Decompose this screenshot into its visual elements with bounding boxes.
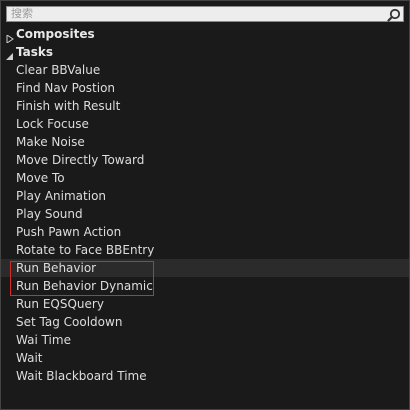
task-item-play-animation[interactable]: Play Animation [1,187,409,205]
task-item-finish-with-result[interactable]: Finish with Result [1,97,409,115]
task-label: Run EQSQuery [16,297,104,311]
task-item-wai-time[interactable]: Wai Time [1,331,409,349]
task-item-set-tag-cooldown[interactable]: Set Tag Cooldown [1,313,409,331]
task-label: Wai Time [16,333,71,347]
task-label: Make Noise [16,135,85,149]
node-palette-panel: Composites Tasks Clear BBValue Find Nav … [0,0,410,410]
task-item-run-behavior[interactable]: Run Behavior [1,259,409,277]
task-label: Find Nav Postion [16,81,116,95]
category-label: Tasks [16,45,54,59]
task-label: Set Tag Cooldown [16,315,123,329]
task-item-move-directly-toward[interactable]: Move Directly Toward [1,151,409,169]
search-box[interactable] [6,6,404,22]
task-item-wait[interactable]: Wait [1,349,409,367]
category-label: Composites [16,27,95,41]
task-label: Move To [16,171,65,185]
task-label: Move Directly Toward [16,153,145,167]
task-item-make-noise[interactable]: Make Noise [1,133,409,151]
task-label: Play Sound [16,207,83,221]
task-item-clear-bbvalue[interactable]: Clear BBValue [1,61,409,79]
task-label: Play Animation [16,189,107,203]
node-tree: Composites Tasks Clear BBValue Find Nav … [1,25,409,385]
task-label: Wait [16,351,43,365]
task-label: Wait Blackboard Time [16,369,147,383]
task-label: Lock Focuse [16,117,89,131]
task-item-run-eqsquery[interactable]: Run EQSQuery [1,295,409,313]
task-item-rotate-to-face-bbentry[interactable]: Rotate to Face BBEntry [1,241,409,259]
task-item-wait-blackboard-time[interactable]: Wait Blackboard Time [1,367,409,385]
search-input[interactable] [11,7,371,21]
task-item-lock-focuse[interactable]: Lock Focuse [1,115,409,133]
task-item-play-sound[interactable]: Play Sound [1,205,409,223]
category-tasks[interactable]: Tasks [1,43,409,61]
category-composites[interactable]: Composites [1,25,409,44]
task-item-move-to[interactable]: Move To [1,169,409,187]
task-item-push-pawn-action[interactable]: Push Pawn Action [1,223,409,241]
task-label: Run Behavior Dynamic [16,279,153,293]
expanded-arrow-icon[interactable] [6,48,14,60]
collapsed-arrow-icon[interactable] [6,30,14,44]
task-label: Push Pawn Action [16,225,122,239]
task-item-run-behavior-dynamic[interactable]: Run Behavior Dynamic [1,277,409,295]
task-label: Rotate to Face BBEntry [16,243,155,257]
search-icon[interactable] [387,7,401,22]
task-label: Run Behavior [16,261,97,275]
task-item-find-nav-postion[interactable]: Find Nav Postion [1,79,409,97]
task-label: Finish with Result [16,99,121,113]
task-label: Clear BBValue [16,63,101,77]
